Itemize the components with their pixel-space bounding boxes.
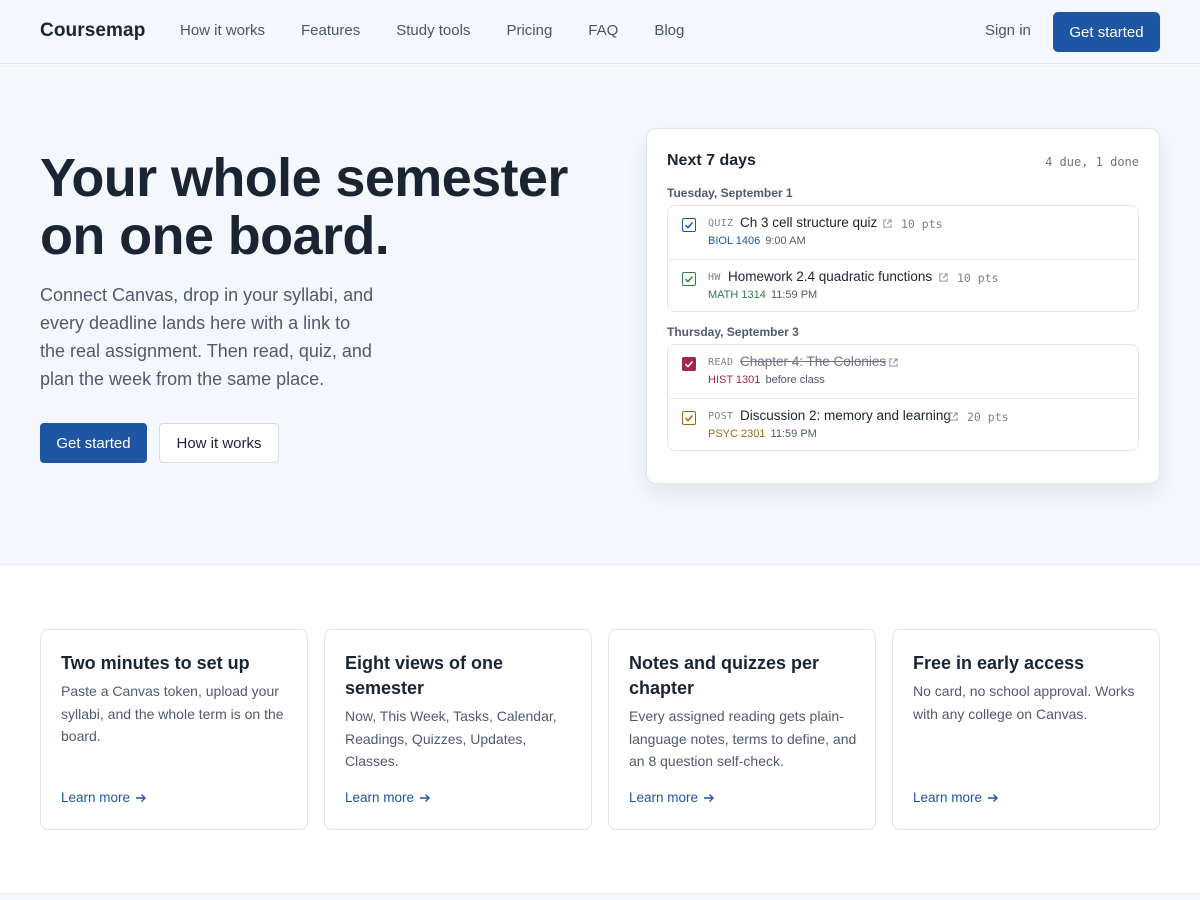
- checkbox-icon[interactable]: [682, 272, 696, 286]
- feature-title: Free in early access: [913, 653, 1085, 673]
- feature-card-notes: Notes and quizzes per chapter Every assi…: [608, 629, 876, 830]
- feature-title: Eight views of one semester: [345, 653, 504, 698]
- task-title[interactable]: Discussion 2: memory and learning: [740, 408, 951, 423]
- task-time: 11:59 PM: [770, 428, 817, 440]
- external-link-icon[interactable]: [948, 411, 959, 422]
- learn-more-link[interactable]: Learn more: [629, 790, 715, 805]
- nav-link-how-it-works[interactable]: How it works: [180, 22, 265, 39]
- nav-link-features[interactable]: Features: [301, 22, 360, 39]
- task-course: HIST 1301 before class: [708, 374, 825, 386]
- learn-more-label: Learn more: [913, 790, 983, 805]
- feature-body: Every assigned reading gets plain-langua…: [629, 708, 857, 769]
- task-time: 11:59 PM: [770, 289, 818, 301]
- get-started-button[interactable]: Get started: [1053, 12, 1160, 52]
- board-summary: 4 due, 1 done: [1045, 155, 1139, 169]
- top-nav: Coursemap How it works Features Study to…: [0, 0, 1200, 64]
- feature-title: Notes and quizzes per chapter: [629, 653, 820, 698]
- hero-section: Your whole semester on one board. Connec…: [0, 65, 1200, 565]
- task-points: 20 pts: [967, 410, 1009, 424]
- task-kind: POST: [708, 411, 734, 422]
- feature-card-setup: Two minutes to set up Paste a Canvas tok…: [40, 629, 308, 830]
- task-item[interactable]: HW Homework 2.4 quadratic functions 10 p…: [668, 259, 1138, 312]
- task-title[interactable]: Homework 2.4 quadratic functions: [728, 269, 932, 284]
- learn-more-link[interactable]: Learn more: [913, 790, 999, 805]
- feature-body: Paste a Canvas token, upload your syllab…: [61, 683, 284, 744]
- feature-card-free: Free in early access No card, no school …: [892, 629, 1160, 830]
- task-time: before class: [765, 374, 825, 386]
- day-group: READ Chapter 4: The Colonies HIST 1301 b…: [667, 344, 1139, 451]
- task-title[interactable]: Ch 3 cell structure quiz: [740, 215, 877, 230]
- task-item[interactable]: READ Chapter 4: The Colonies HIST 1301 b…: [668, 345, 1138, 398]
- brand-logo[interactable]: Coursemap: [40, 20, 145, 42]
- learn-more-link[interactable]: Learn more: [345, 790, 431, 805]
- course-code: HIST 1301: [708, 374, 761, 386]
- task-item[interactable]: POST Discussion 2: memory and learning 2…: [668, 398, 1138, 451]
- task-course: BIOL 1406 9:00 AM: [708, 235, 806, 247]
- nav-link-faq[interactable]: FAQ: [588, 22, 618, 39]
- learn-more-label: Learn more: [61, 790, 131, 805]
- external-link-icon[interactable]: [882, 218, 893, 229]
- nav-links: How it works Features Study tools Pricin…: [180, 22, 684, 39]
- task-title[interactable]: Chapter 4: The Colonies: [740, 354, 886, 369]
- nav-link-blog[interactable]: Blog: [654, 22, 684, 39]
- arrow-right-icon: [136, 794, 147, 802]
- course-code: BIOL 1406: [708, 235, 761, 247]
- sign-in-link[interactable]: Sign in: [985, 22, 1031, 39]
- feature-body: Now, This Week, Tasks, Calendar, Reading…: [345, 708, 557, 769]
- task-time: 9:00 AM: [765, 235, 806, 247]
- day-label: Thursday, September 3: [667, 325, 799, 339]
- hero-get-started-button[interactable]: Get started: [40, 423, 147, 463]
- board-preview-card: Next 7 days 4 due, 1 done Tuesday, Septe…: [646, 128, 1160, 484]
- hero-title-line-2: on one board.: [40, 206, 390, 266]
- arrow-right-icon: [988, 794, 999, 802]
- external-link-icon[interactable]: [938, 272, 949, 283]
- hero-title-line-1: Your whole semester: [40, 148, 568, 208]
- nav-link-study-tools[interactable]: Study tools: [396, 22, 470, 39]
- board-title: Next 7 days: [667, 152, 756, 169]
- course-code: MATH 1314: [708, 289, 766, 301]
- hero-subtitle: Connect Canvas, drop in your syllabi, an…: [40, 285, 374, 389]
- arrow-right-icon: [704, 794, 715, 802]
- course-code: PSYC 2301: [708, 428, 766, 440]
- feature-body: No card, no school approval. Works with …: [913, 683, 1135, 722]
- checkbox-icon[interactable]: [682, 218, 696, 232]
- task-course: PSYC 2301 11:59 PM: [708, 428, 817, 440]
- task-kind: READ: [708, 357, 734, 368]
- feature-card-views: Eight views of one semester Now, This We…: [324, 629, 592, 830]
- task-kind: QUIZ: [708, 218, 734, 229]
- day-group: QUIZ Ch 3 cell structure quiz 10 pts BIO…: [667, 205, 1139, 312]
- hero-how-it-works-button[interactable]: How it works: [159, 423, 279, 463]
- nav-link-pricing[interactable]: Pricing: [506, 22, 552, 39]
- task-points: 10 pts: [901, 217, 943, 231]
- day-label: Tuesday, September 1: [667, 186, 793, 200]
- checkbox-checked-icon[interactable]: [682, 357, 696, 371]
- learn-more-label: Learn more: [629, 790, 699, 805]
- learn-more-label: Learn more: [345, 790, 415, 805]
- task-course: MATH 1314 11:59 PM: [708, 289, 817, 301]
- feature-title: Two minutes to set up: [61, 653, 250, 673]
- arrow-right-icon: [420, 794, 431, 802]
- task-kind: HW: [708, 272, 721, 283]
- task-points: 10 pts: [957, 271, 999, 285]
- task-item[interactable]: QUIZ Ch 3 cell structure quiz 10 pts BIO…: [668, 206, 1138, 259]
- external-link-icon[interactable]: [888, 357, 899, 368]
- checkbox-icon[interactable]: [682, 411, 696, 425]
- footer-strip: [0, 893, 1200, 900]
- learn-more-link[interactable]: Learn more: [61, 790, 147, 805]
- hero-title: Your whole semester on one board.: [40, 149, 600, 265]
